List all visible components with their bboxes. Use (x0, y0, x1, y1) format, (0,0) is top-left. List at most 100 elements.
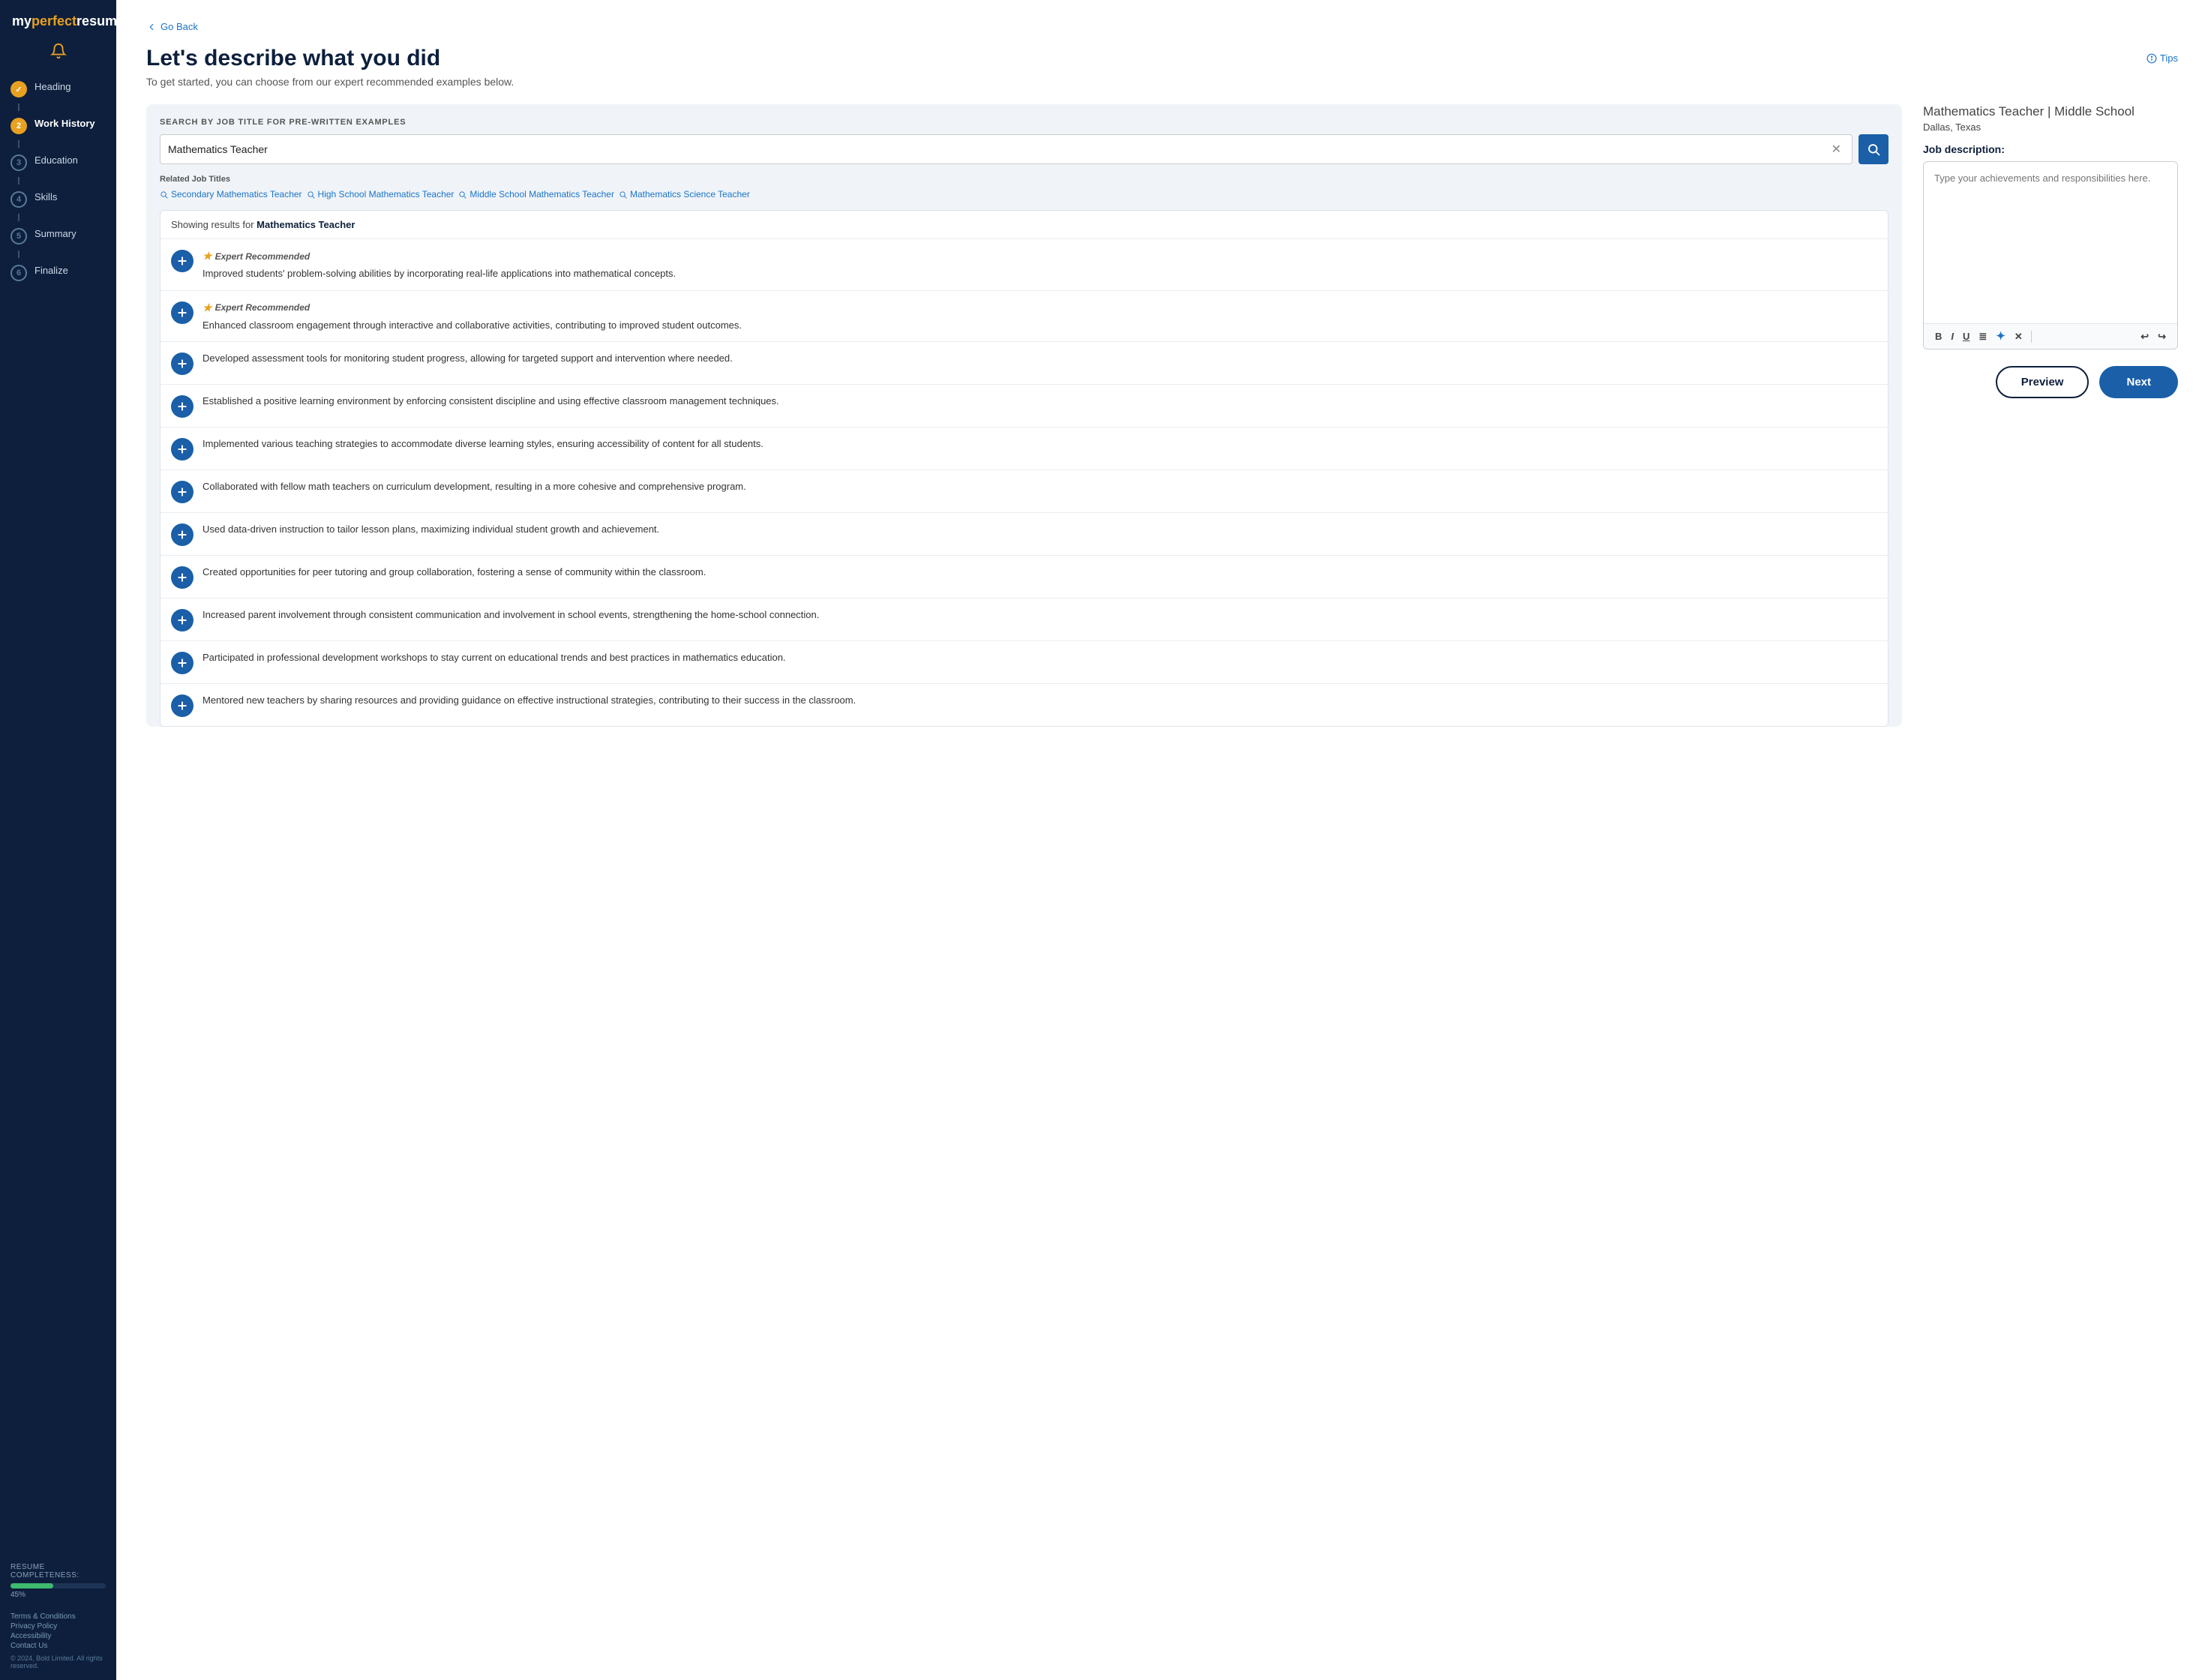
search-small-icon-2 (458, 190, 466, 199)
result-text-3: Developed assessment tools for monitorin… (202, 351, 1877, 366)
toolbar-undo-button[interactable]: ↩ (2137, 329, 2152, 344)
search-panel-label: SEARCH BY JOB TITLE FOR PRE-WRITTEN EXAM… (160, 118, 1888, 127)
result-item-3[interactable]: Developed assessment tools for monitorin… (160, 342, 1888, 385)
toolbar-list-button[interactable]: ≣ (1975, 329, 1990, 344)
toolbar-redo-button[interactable]: ↪ (2154, 329, 2170, 344)
result-text-7: Used data-driven instruction to tailor l… (202, 522, 1877, 537)
search-small-icon-1 (307, 190, 315, 199)
toolbar-separator (2031, 331, 2032, 343)
tips-link[interactable]: Tips (2146, 52, 2178, 64)
add-result-btn-11[interactable] (171, 694, 194, 717)
search-clear-button[interactable]: ✕ (1828, 142, 1844, 157)
add-result-btn-5[interactable] (171, 438, 194, 460)
related-tag-0[interactable]: Secondary Mathematics Teacher (160, 189, 302, 200)
add-result-btn-10[interactable] (171, 652, 194, 674)
sidebar-item-work-history[interactable]: 2 Work History (0, 111, 116, 140)
footer-link-privacy[interactable]: Privacy Policy (10, 1622, 106, 1630)
job-title-text: Mathematics Teacher (1923, 104, 2044, 118)
footer-link-contact[interactable]: Contact Us (10, 1642, 106, 1650)
expert-badge-1: ★ Expert Recommended (202, 248, 1877, 264)
result-item-11[interactable]: Mentored new teachers by sharing resourc… (160, 684, 1888, 726)
sidebar-item-summary[interactable]: 5 Summary (0, 221, 116, 250)
result-text-content-4: Established a positive learning environm… (202, 395, 779, 406)
plus-icon-7 (176, 529, 188, 541)
search-input-wrap: ✕ (160, 134, 1852, 164)
result-item-2[interactable]: ★ Expert Recommended Enhanced classroom e… (160, 291, 1888, 343)
toolbar-italic-button[interactable]: I (1947, 329, 1958, 344)
go-back-arrow-icon (146, 22, 157, 32)
search-input[interactable] (168, 136, 1828, 162)
related-tag-1[interactable]: High School Mathematics Teacher (307, 189, 454, 200)
result-item-8[interactable]: Created opportunities for peer tutoring … (160, 556, 1888, 598)
toolbar-bold-button[interactable]: B (1931, 329, 1946, 344)
step-circle-1: ✓ (10, 81, 27, 98)
result-text-content-1: Improved students' problem-solving abili… (202, 268, 676, 279)
sidebar-label-finalize: Finalize (34, 264, 68, 278)
plus-icon-4 (176, 400, 188, 412)
job-separator-text: | Middle School (2048, 104, 2134, 118)
result-text-4: Established a positive learning environm… (202, 394, 1877, 409)
add-result-btn-3[interactable] (171, 352, 194, 375)
add-result-btn-2[interactable] (171, 302, 194, 324)
add-result-btn-9[interactable] (171, 609, 194, 632)
result-text-9: Increased parent involvement through con… (202, 608, 1877, 622)
plus-icon-2 (176, 307, 188, 319)
result-item-9[interactable]: Increased parent involvement through con… (160, 598, 1888, 641)
logo-my: my (12, 14, 32, 28)
preview-button[interactable]: Preview (1996, 366, 2090, 398)
job-header-title: Mathematics Teacher | Middle School (1923, 104, 2178, 119)
result-text-content-2: Enhanced classroom engagement through in… (202, 320, 742, 331)
step-circle-5: 5 (10, 228, 27, 244)
search-button[interactable] (1858, 134, 1888, 164)
results-list: ★ Expert Recommended Improved students' p… (160, 239, 1888, 726)
go-back-link[interactable]: Go Back (146, 21, 2178, 32)
step-connector-4 (18, 214, 20, 221)
result-text-8: Created opportunities for peer tutoring … (202, 565, 1877, 580)
result-text-10: Participated in professional development… (202, 650, 1877, 665)
toolbar-ai-button[interactable]: ✦ (1992, 328, 2009, 344)
logo: myperfectresume (0, 14, 116, 43)
footer-link-terms[interactable]: Terms & Conditions (10, 1612, 106, 1621)
add-result-btn-1[interactable] (171, 250, 194, 272)
toolbar-clear-button[interactable]: ✕ (2011, 329, 2026, 344)
content-row: SEARCH BY JOB TITLE FOR PRE-WRITTEN EXAM… (146, 104, 2178, 727)
step-connector-2 (18, 140, 20, 148)
left-panel: SEARCH BY JOB TITLE FOR PRE-WRITTEN EXAM… (146, 104, 1902, 727)
job-description-textarea[interactable] (1924, 162, 2177, 320)
progress-bar-bg (10, 1583, 106, 1588)
add-result-btn-6[interactable] (171, 481, 194, 503)
plus-icon-5 (176, 443, 188, 455)
add-result-btn-4[interactable] (171, 395, 194, 418)
result-item-1[interactable]: ★ Expert Recommended Improved students' p… (160, 239, 1888, 291)
job-desc-label: Job description: (1923, 143, 2178, 155)
result-item-5[interactable]: Implemented various teaching strategies … (160, 428, 1888, 470)
sidebar-label-work-history: Work History (34, 117, 95, 130)
add-result-btn-7[interactable] (171, 524, 194, 546)
sidebar-item-skills[interactable]: 4 Skills (0, 184, 116, 214)
result-item-6[interactable]: Collaborated with fellow math teachers o… (160, 470, 1888, 513)
results-header: Showing results for Mathematics Teacher (160, 211, 1888, 239)
plus-icon-9 (176, 614, 188, 626)
editor-toolbar: B I U ≣ ✦ ✕ ↩ ↪ (1924, 323, 2177, 349)
result-text-1: ★ Expert Recommended Improved students' p… (202, 248, 1877, 281)
sidebar-item-heading[interactable]: ✓ Heading (0, 74, 116, 104)
result-item-4[interactable]: Established a positive learning environm… (160, 385, 1888, 428)
result-item-7[interactable]: Used data-driven instruction to tailor l… (160, 513, 1888, 556)
progress-bar-fill (10, 1583, 53, 1588)
step-circle-4: 4 (10, 191, 27, 208)
expert-badge-2: ★ Expert Recommended (202, 300, 1877, 316)
right-panel: Mathematics Teacher | Middle School Dall… (1923, 104, 2178, 398)
add-result-btn-8[interactable] (171, 566, 194, 589)
step-connector-1 (18, 104, 20, 111)
toolbar-underline-button[interactable]: U (1959, 329, 1973, 344)
sidebar-item-education[interactable]: 3 Education (0, 148, 116, 177)
related-tag-2[interactable]: Middle School Mathematics Teacher (458, 189, 614, 200)
result-text-2: ★ Expert Recommended Enhanced classroom e… (202, 300, 1877, 333)
sidebar-item-finalize[interactable]: 6 Finalize (0, 258, 116, 287)
next-button[interactable]: Next (2099, 366, 2178, 398)
related-tag-3[interactable]: Mathematics Science Teacher (619, 189, 750, 200)
notification-bell[interactable] (0, 43, 116, 59)
result-item-10[interactable]: Participated in professional development… (160, 641, 1888, 684)
footer-link-accessibility[interactable]: Accessibility (10, 1632, 106, 1640)
search-icon (1867, 142, 1880, 156)
